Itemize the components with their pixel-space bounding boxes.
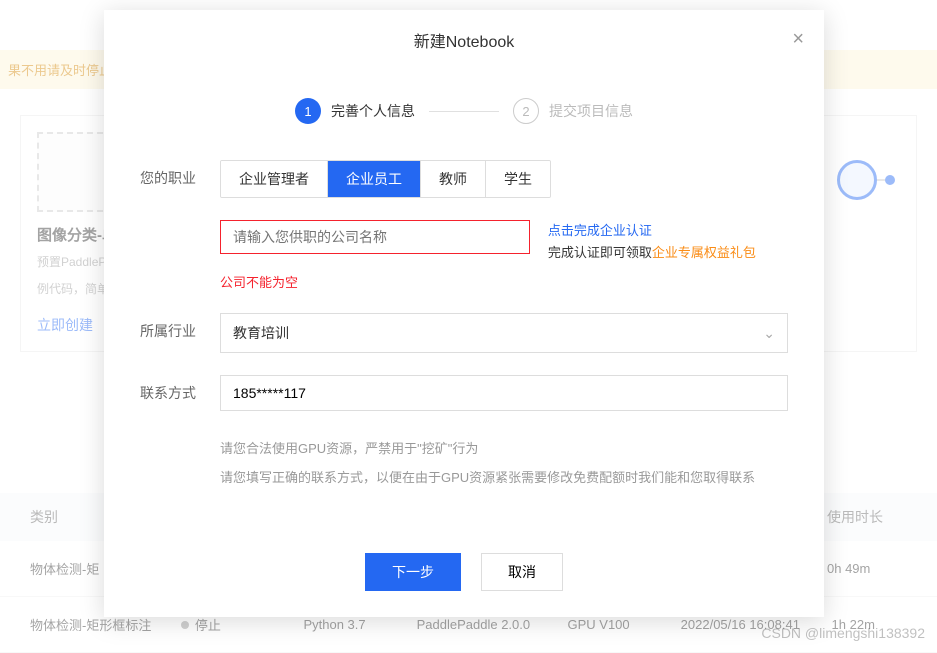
step-divider (429, 111, 499, 112)
occupation-label: 您的职业 (140, 160, 220, 188)
step-number: 2 (513, 98, 539, 124)
notes-row: 请您合法使用GPU资源，严禁用于"挖矿"行为 请您填写正确的联系方式，以便在由于… (140, 433, 788, 490)
step-indicator: 1 完善个人信息 2 提交项目信息 (104, 70, 824, 160)
industry-select[interactable]: 教育培训 ⌄ (220, 313, 788, 353)
next-button[interactable]: 下一步 (365, 553, 461, 591)
company-row: 点击完成企业认证 完成认证即可领取企业专属权益礼包 公司不能为空 (140, 220, 788, 291)
step-number: 1 (295, 98, 321, 124)
contact-input[interactable] (220, 375, 788, 411)
chevron-down-icon: ⌄ (763, 325, 775, 342)
occupation-option-teacher[interactable]: 教师 (421, 161, 486, 197)
step-2: 2 提交项目信息 (513, 98, 633, 124)
modal-header: 新建Notebook × (104, 10, 824, 70)
step-label: 完善个人信息 (331, 101, 415, 121)
empty-label (140, 220, 220, 228)
occupation-option-employee[interactable]: 企业员工 (328, 161, 421, 197)
certification-side: 点击完成企业认证 完成认证即可领取企业专属权益礼包 (548, 220, 756, 264)
modal-title: 新建Notebook (414, 34, 515, 51)
cert-text: 完成认证即可领取 (548, 245, 652, 260)
industry-label: 所属行业 (140, 313, 220, 341)
modal-footer: 下一步 取消 (104, 533, 824, 617)
step-label: 提交项目信息 (549, 101, 633, 121)
step-1: 1 完善个人信息 (295, 98, 415, 124)
contact-row: 联系方式 (140, 375, 788, 411)
occupation-option-student[interactable]: 学生 (486, 161, 550, 197)
company-error: 公司不能为空 (220, 272, 788, 291)
company-input[interactable] (220, 220, 530, 254)
cert-highlight: 企业专属权益礼包 (652, 245, 756, 260)
profile-form: 您的职业 企业管理者 企业员工 教师 学生 点击完成企业认证 完成认证即可领取企… (104, 160, 824, 533)
cancel-button[interactable]: 取消 (481, 553, 563, 591)
occupation-option-manager[interactable]: 企业管理者 (221, 161, 328, 197)
industry-value: 教育培训 (233, 323, 289, 343)
certification-link[interactable]: 点击完成企业认证 (548, 223, 652, 238)
new-notebook-modal: 新建Notebook × 1 完善个人信息 2 提交项目信息 您的职业 企业管理… (104, 10, 824, 617)
occupation-options: 企业管理者 企业员工 教师 学生 (220, 160, 551, 198)
occupation-row: 您的职业 企业管理者 企业员工 教师 学生 (140, 160, 788, 198)
gpu-note: 请您合法使用GPU资源，严禁用于"挖矿"行为 (220, 437, 788, 462)
industry-row: 所属行业 教育培训 ⌄ (140, 313, 788, 353)
contact-note: 请您填写正确的联系方式，以便在由于GPU资源紧张需要修改免费配额时我们能和您取得… (220, 466, 788, 491)
close-icon[interactable]: × (792, 28, 804, 51)
contact-label: 联系方式 (140, 375, 220, 403)
